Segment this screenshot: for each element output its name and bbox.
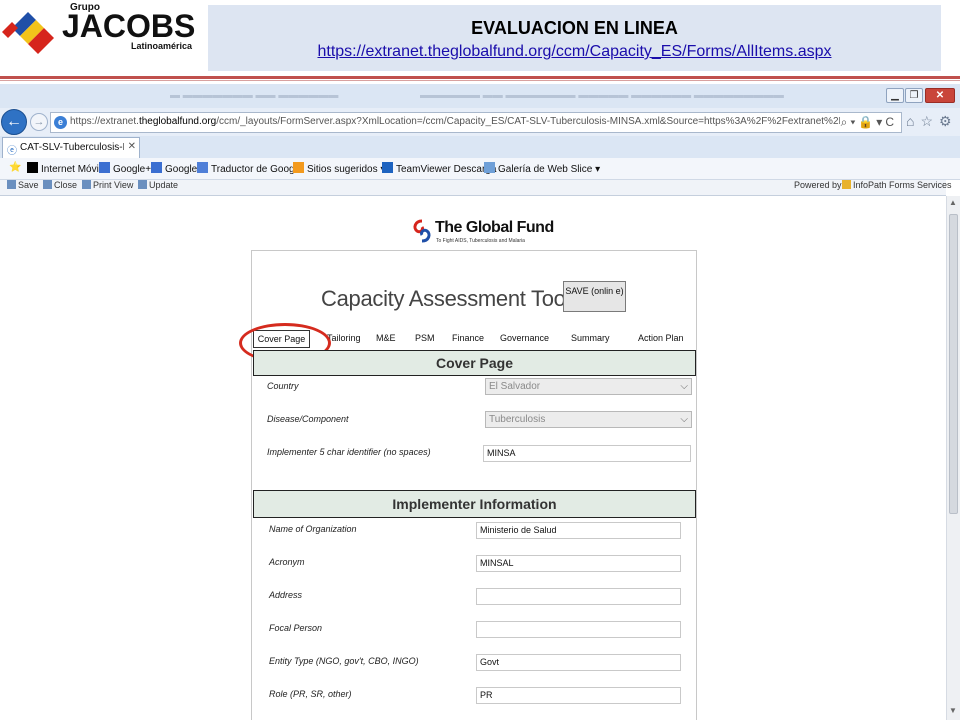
logo-sub-text: Latinoamérica	[131, 41, 193, 51]
tab-tailoring[interactable]: Tailoring	[327, 333, 361, 343]
global-fund-logo: The Global Fund To Fight AIDS, Tuberculo…	[411, 219, 554, 248]
address-label: Address	[269, 590, 303, 600]
address-input[interactable]	[476, 588, 681, 605]
close-window-icon[interactable]: ✕	[925, 88, 955, 103]
window-titlebar[interactable]: ▬ ▬▬▬▬▬▬▬ ▬▬ ▬▬▬▬▬▬ ▬▬▬▬▬▬ ▬▬ ▬▬▬▬▬▬▬ ▬▬…	[0, 84, 960, 108]
scroll-down-icon[interactable]: ▼	[949, 706, 957, 715]
save-online-button[interactable]: SAVE (onlin e)	[563, 281, 626, 312]
favorite-galeria-web-slice[interactable]: Galería de Web Slice ▾	[484, 162, 600, 175]
entity-type-input[interactable]: Govt	[476, 654, 681, 671]
favorite-sitios-sugeridos[interactable]: Sitios sugeridos ▾	[293, 162, 385, 175]
focal-person-label: Focal Person	[269, 623, 323, 633]
favorite-teamviewer[interactable]: TeamViewer Descarga	[382, 162, 496, 175]
minimize-icon[interactable]: ▁	[886, 88, 904, 103]
role-input[interactable]: PR	[476, 687, 681, 704]
tab-psm[interactable]: PSM	[415, 333, 435, 343]
implementer-id-input[interactable]: MINSA	[483, 445, 691, 462]
slide-title: EVALUACION EN LINEA	[471, 18, 678, 38]
vertical-scrollbar[interactable]: ▲ ▼	[946, 196, 960, 720]
tab-governance[interactable]: Governance	[500, 333, 549, 343]
infopath-update-button[interactable]: Update	[138, 180, 178, 190]
infopath-save-button[interactable]: Save	[7, 180, 39, 190]
acronym-label: Acronym	[269, 557, 305, 567]
address-tools-icons[interactable]: ⌕▾🔒▾C	[841, 115, 897, 130]
organization-name-input[interactable]: Ministerio de Salud	[476, 522, 681, 539]
section-header-cover-page: Cover Page	[253, 350, 696, 376]
global-fund-tagline: To Fight AIDS, Tuberculosis and Malaria	[436, 238, 525, 244]
global-fund-name: The Global Fund	[435, 219, 554, 236]
country-select[interactable]: El Salvador ⌵	[485, 378, 692, 395]
global-fund-swirl-icon	[413, 219, 431, 243]
powered-by-label: Powered by:	[794, 180, 845, 190]
address-url[interactable]: https://extranet.theglobalfund.org/ccm/_…	[70, 116, 840, 127]
accent-rule-thin	[0, 80, 960, 81]
favorite-internet-movil[interactable]: Internet Móvil	[27, 162, 101, 175]
ghost-title-text-2: ▬▬▬▬▬▬ ▬▬ ▬▬▬▬▬▬▬ ▬▬▬▬▬ ▬▬▬▬▬▬ ▬▬▬▬▬▬▬▬▬	[420, 90, 784, 101]
slide-banner: EVALUACION EN LINEA https://extranet.the…	[208, 5, 941, 71]
diamond-logo-icon	[2, 12, 54, 54]
maximize-icon[interactable]: ❐	[905, 88, 923, 103]
browser-tab-active[interactable]: ⓔ CAT-SLV-Tuberculosis-MI... ✕	[2, 137, 140, 158]
home-star-gear-icons[interactable]: ⌂☆⚙	[906, 113, 958, 130]
infopath-close-button[interactable]: Close	[43, 180, 77, 190]
tab-action-plan[interactable]: Action Plan	[638, 333, 684, 343]
scroll-up-icon[interactable]: ▲	[949, 198, 957, 207]
disease-component-select[interactable]: Tuberculosis ⌵	[485, 411, 692, 428]
focal-person-input[interactable]	[476, 621, 681, 638]
entity-type-label: Entity Type (NGO, gov't, CBO, INGO)	[269, 656, 419, 666]
section-header-implementer-info: Implementer Information	[253, 490, 696, 518]
tab-finance[interactable]: Finance	[452, 333, 484, 343]
role-label: Role (PR, SR, other)	[269, 689, 352, 699]
acronym-input[interactable]: MINSAL	[476, 555, 681, 572]
logo-brand-text: JACOBS	[62, 8, 196, 44]
country-label: Country	[267, 381, 299, 391]
infopath-print-view-button[interactable]: Print View	[82, 180, 133, 190]
scroll-thumb[interactable]	[949, 214, 958, 514]
back-arrow-icon[interactable]: ←	[1, 109, 27, 135]
slide-url-link[interactable]: https://extranet.theglobalfund.org/ccm/C…	[208, 43, 941, 61]
chevron-down-icon: ⌵	[680, 414, 688, 425]
favorites-star-icon[interactable]: ⭐	[9, 162, 21, 173]
tool-title: Capacity Assessment Tool	[321, 286, 571, 311]
disease-component-label: Disease/Component	[267, 414, 349, 424]
tab-close-icon[interactable]: ✕	[128, 141, 136, 152]
tab-favicon-icon: ⓔ	[7, 146, 17, 157]
favorite-traductor[interactable]: Traductor de Google	[197, 162, 302, 175]
infopath-forms-services-label: InfoPath Forms Services	[842, 180, 952, 190]
tab-row	[0, 136, 960, 158]
accent-rule	[0, 76, 960, 79]
favorite-google[interactable]: Google	[151, 162, 197, 175]
tab-label: CAT-SLV-Tuberculosis-MI...	[20, 142, 124, 153]
tab-summary[interactable]: Summary	[571, 333, 610, 343]
page-favicon-icon: e	[54, 116, 67, 129]
favorite-google-plus[interactable]: Google+	[99, 162, 151, 175]
form-panel	[251, 250, 697, 720]
organization-name-label: Name of Organization	[269, 524, 357, 534]
implementer-id-label: Implementer 5 char identifier (no spaces…	[267, 447, 431, 457]
forward-arrow-icon[interactable]: →	[30, 113, 48, 131]
tab-me[interactable]: M&E	[376, 333, 396, 343]
jacobs-logo: Grupo JACOBS Latinoamérica	[0, 0, 205, 74]
chevron-down-icon: ⌵	[680, 381, 688, 392]
ghost-title-text: ▬ ▬▬▬▬▬▬▬ ▬▬ ▬▬▬▬▬▬	[170, 90, 339, 101]
address-bar[interactable]: e https://extranet.theglobalfund.org/ccm…	[50, 112, 902, 133]
